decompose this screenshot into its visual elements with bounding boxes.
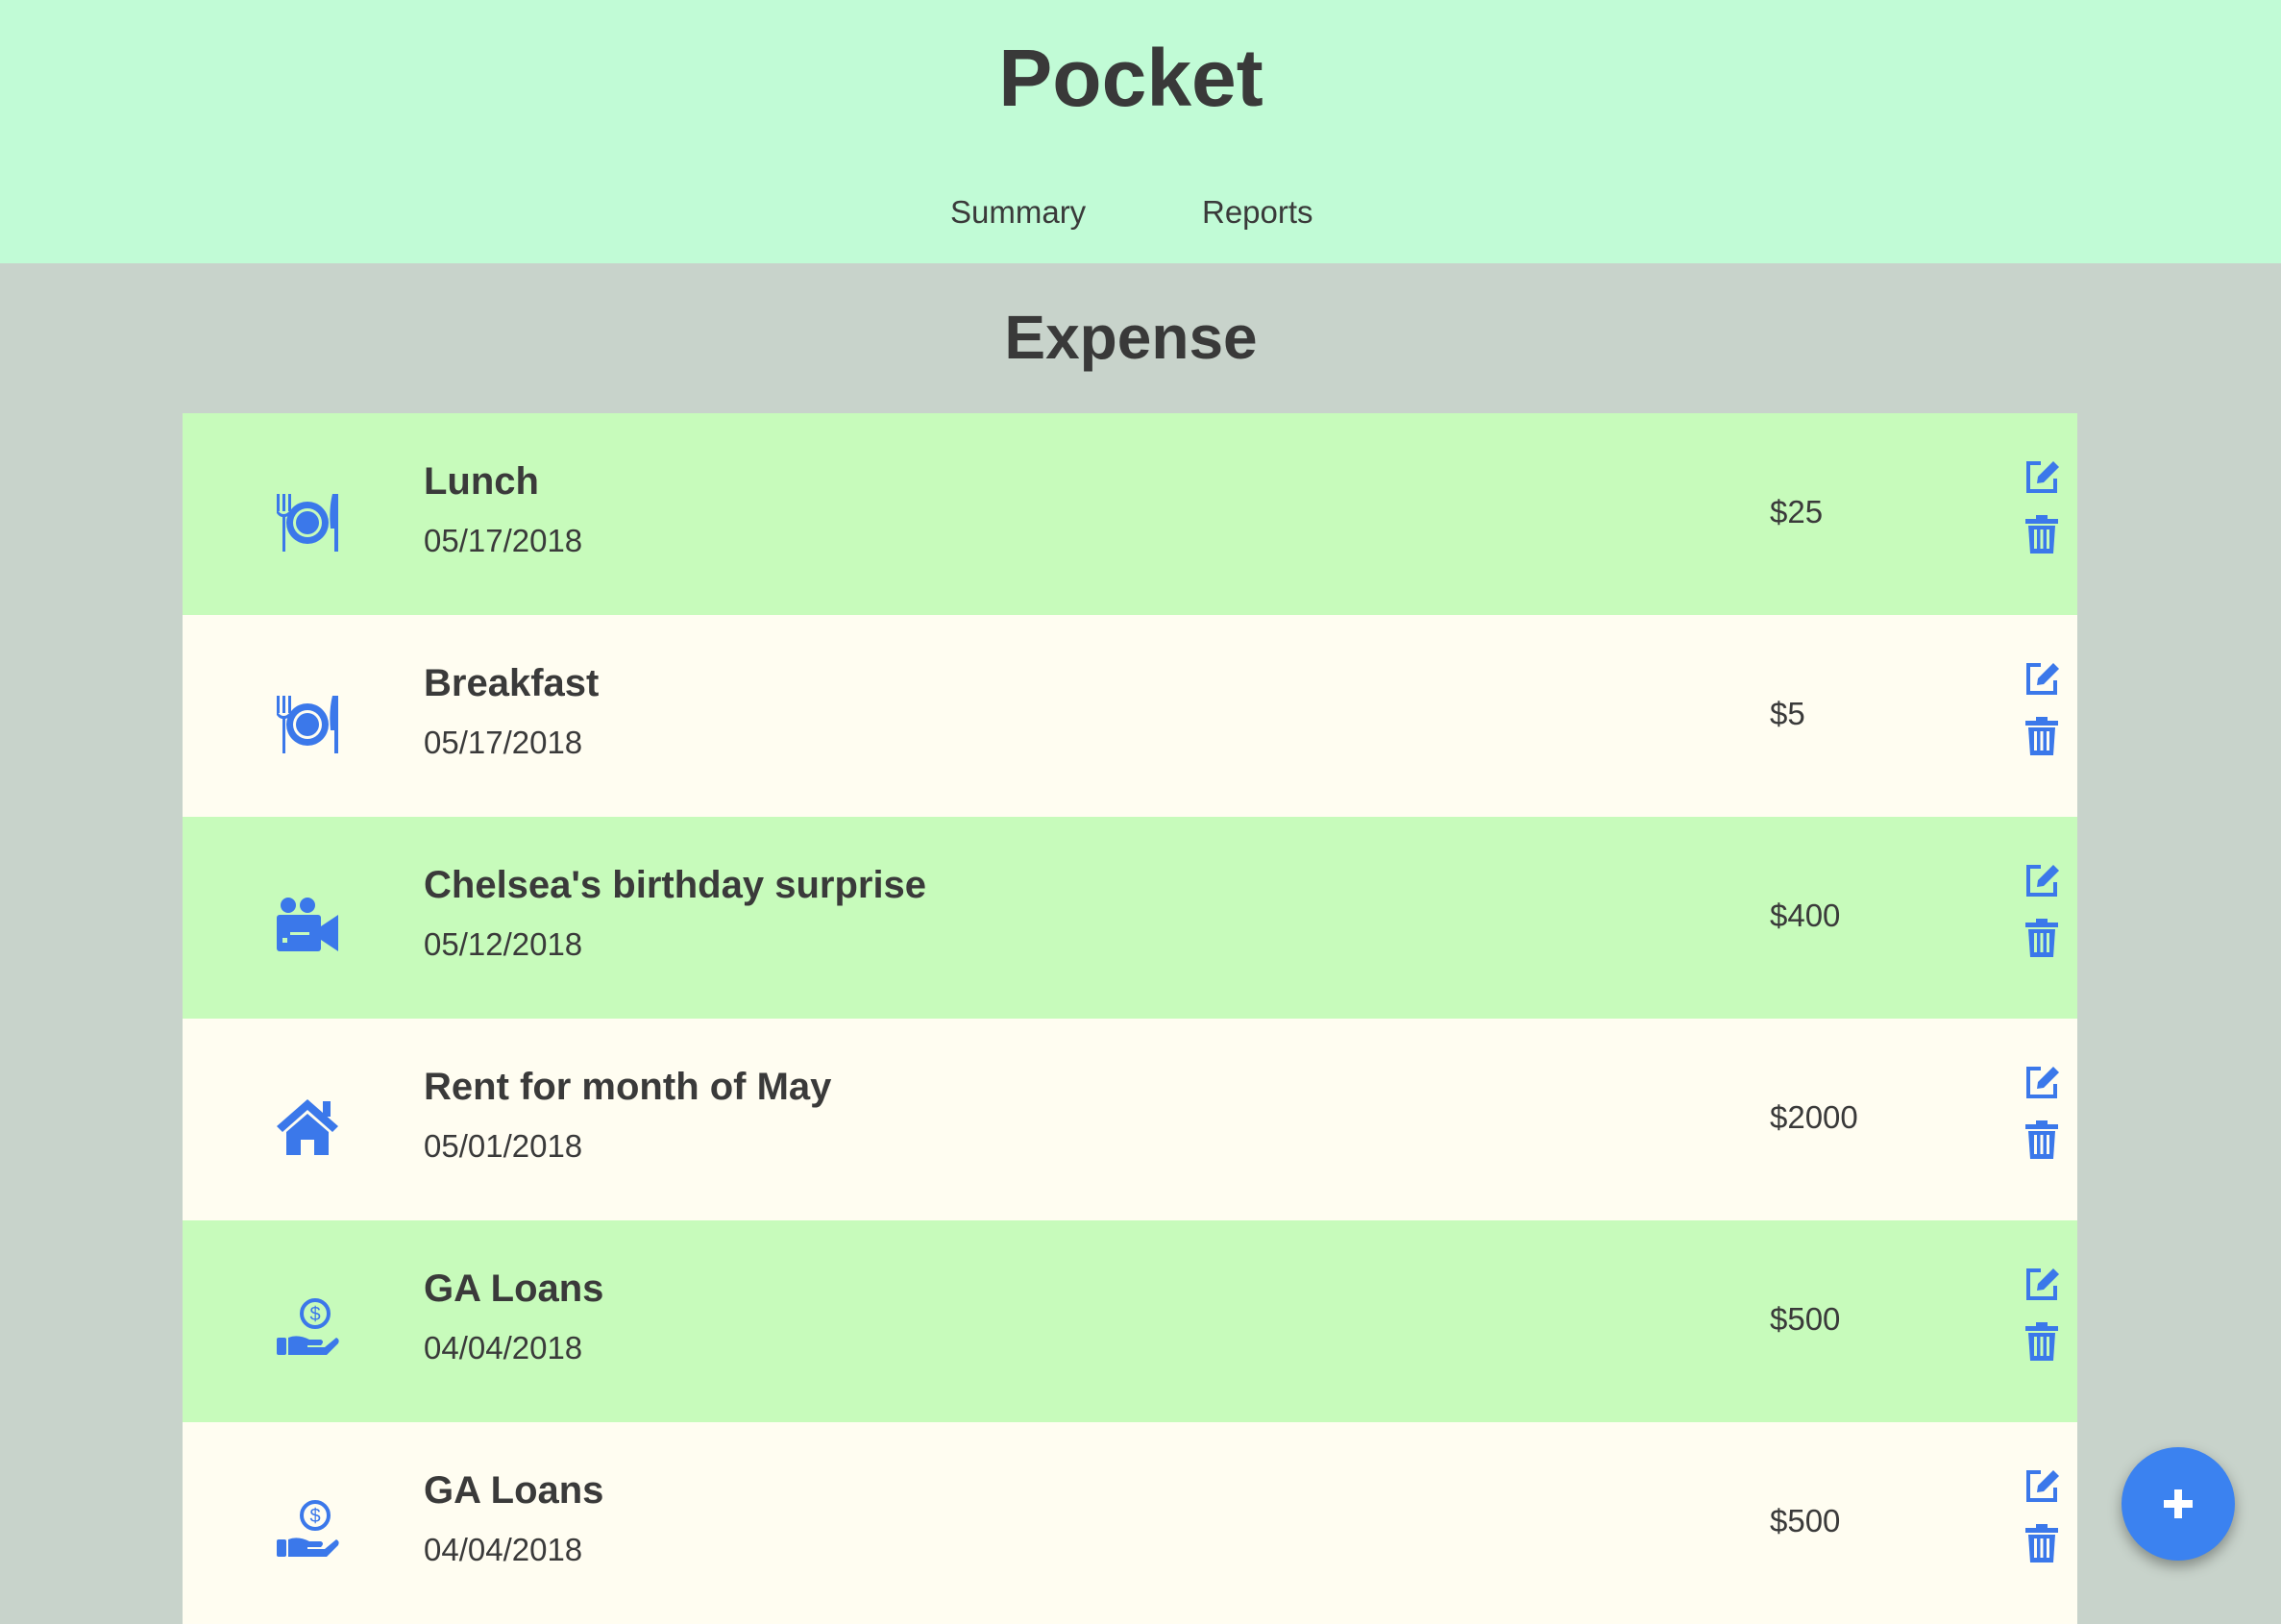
expense-title: Chelsea's birthday surprise	[424, 864, 927, 906]
expense-row: $ GA Loans 04/04/2018 $500	[183, 1422, 2077, 1624]
expense-date: 05/12/2018	[424, 926, 583, 962]
edit-icon[interactable]	[2023, 1063, 2062, 1101]
dining-icon	[275, 490, 340, 555]
trash-icon[interactable]	[2025, 1120, 2058, 1159]
svg-text:$: $	[309, 1506, 320, 1527]
expense-list: Lunch 05/17/2018 $25 Breakfast 05/17/201…	[183, 413, 2077, 1624]
nav-reports-link[interactable]: Reports	[1202, 188, 1313, 236]
trash-icon[interactable]	[2025, 1322, 2058, 1361]
nav-summary-link[interactable]: Summary	[950, 188, 1086, 236]
app-title: Pocket	[998, 33, 1263, 123]
expense-row: Rent for month of May 05/01/2018 $2000	[183, 1019, 2077, 1220]
expense-title: Breakfast	[424, 662, 600, 704]
main-nav: Summary Reports	[0, 188, 2281, 236]
expense-date: 05/17/2018	[424, 523, 583, 558]
app-header: Pocket Summary Reports	[0, 0, 2281, 263]
expense-date: 04/04/2018	[424, 1532, 583, 1567]
trash-icon[interactable]	[2025, 515, 2058, 554]
expense-amount: $5	[1770, 696, 1805, 731]
edit-icon[interactable]	[2023, 659, 2062, 698]
expense-row: Lunch 05/17/2018 $25	[183, 413, 2077, 615]
svg-text:$: $	[309, 1304, 320, 1325]
expense-title: GA Loans	[424, 1267, 604, 1310]
expense-amount: $500	[1770, 1503, 1841, 1538]
expense-date: 05/01/2018	[424, 1128, 583, 1164]
dining-icon	[275, 692, 340, 757]
trash-icon[interactable]	[2025, 919, 2058, 957]
expense-amount: $500	[1770, 1301, 1841, 1337]
expense-row: $ GA Loans 04/04/2018 $500	[183, 1220, 2077, 1422]
expense-row: Chelsea's birthday surprise 05/12/2018 $…	[183, 817, 2077, 1019]
video-camera-icon	[275, 894, 340, 959]
expense-amount: $400	[1770, 898, 1841, 933]
add-expense-button[interactable]	[2122, 1447, 2235, 1561]
trash-icon[interactable]	[2025, 1524, 2058, 1562]
home-icon	[275, 1095, 340, 1161]
trash-icon[interactable]	[2025, 717, 2058, 755]
expense-date: 04/04/2018	[424, 1330, 583, 1366]
edit-icon[interactable]	[2023, 861, 2062, 899]
hand-coin-icon: $	[275, 1297, 340, 1363]
expense-title: Lunch	[424, 460, 539, 503]
section-title: Expense	[1004, 303, 1258, 372]
edit-icon[interactable]	[2023, 1265, 2062, 1303]
edit-icon[interactable]	[2023, 1466, 2062, 1505]
hand-coin-icon: $	[275, 1499, 340, 1564]
expense-title: Rent for month of May	[424, 1066, 832, 1108]
expense-title: GA Loans	[424, 1469, 604, 1512]
plus-icon	[2164, 1489, 2193, 1518]
expense-row: Breakfast 05/17/2018 $5	[183, 615, 2077, 817]
expense-amount: $25	[1770, 494, 1824, 529]
expense-amount: $2000	[1770, 1099, 1858, 1135]
expense-date: 05/17/2018	[424, 725, 583, 760]
edit-icon[interactable]	[2023, 457, 2062, 496]
